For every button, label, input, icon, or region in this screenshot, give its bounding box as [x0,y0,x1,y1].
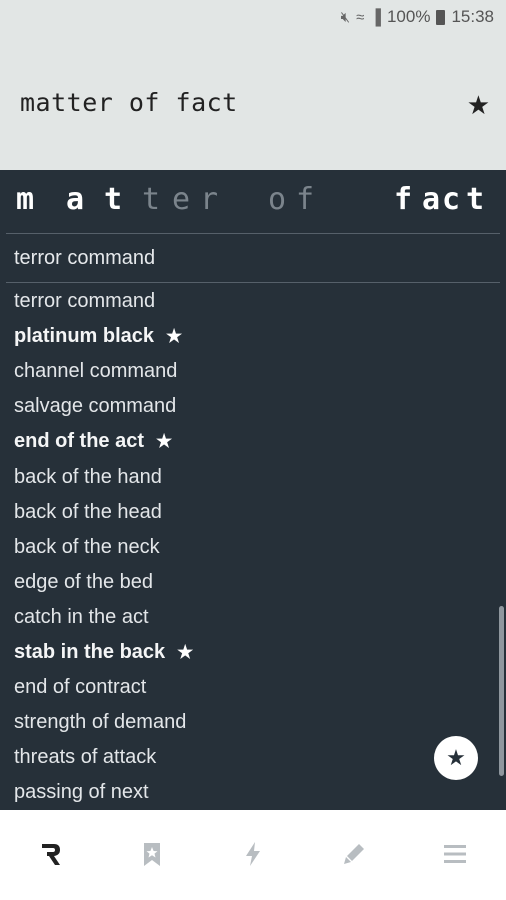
menu-icon [442,840,468,871]
list-item-label: channel command [14,360,178,383]
spaced-letter: t [104,182,123,217]
list-item-label: end of contract [14,676,147,699]
star-icon: ★ [156,431,173,452]
list-item-label: back of the hand [14,465,162,488]
divider [6,282,500,283]
nav-rhyme-logo-button[interactable] [0,810,101,900]
bottom-navigation [0,810,506,900]
search-input[interactable] [14,244,484,272]
nav-pencil-button[interactable] [304,810,405,900]
spaced-letter: r [200,182,219,217]
list-item-label: back of the head [14,500,162,523]
list-item-label: back of the neck [14,535,160,558]
results-list: terror command platinum black ★ channel com… [0,284,506,810]
rhyme-logo-icon [38,840,64,871]
spaced-letter: a [422,182,441,217]
list-item[interactable]: back of the neck [0,530,506,565]
page-title: matter of fact [20,88,238,117]
list-item[interactable]: end of the act ★ [0,424,506,459]
spaced-word-display: matteroffact [0,170,506,232]
battery-icon [436,9,446,25]
search-row[interactable] [0,234,506,282]
nav-bookmark-star-button[interactable] [101,810,202,900]
pencil-icon [341,840,367,871]
bookmark-star-icon [139,840,165,871]
list-item-label: end of the act [14,430,145,453]
battery-level: 100% [386,7,431,26]
spaced-letter: e [172,182,191,217]
lightning-icon [240,840,266,871]
list-item-label: stab in the back [14,640,166,663]
list-item[interactable]: edge of the bed [0,565,506,600]
list-item-label: passing of next [14,781,149,804]
spaced-letter: c [442,182,461,217]
spaced-letter: f [394,182,413,217]
spaced-letter: t [466,182,485,217]
list-item[interactable]: terror command [0,284,506,319]
list-item[interactable]: threats of attack [0,740,506,775]
star-icon: ★ [446,745,466,770]
list-item[interactable]: platinum black ★ [0,319,506,354]
status-bar: 🔇︎ ≈ ▐ 100% 15:38 [341,6,494,28]
app-header: 🔇︎ ≈ ▐ 100% 15:38 matter of fact ★ [0,0,506,170]
spaced-letter: o [268,182,287,217]
star-icon: ★ [166,326,183,347]
star-icon: ★ [466,90,490,120]
list-item-label: threats of attack [14,746,157,769]
list-item-label: platinum black [14,325,155,348]
list-item-label: strength of demand [14,711,187,734]
spaced-letter: f [296,182,315,217]
nav-lightning-button[interactable] [202,810,303,900]
list-item[interactable]: passing of next [0,775,506,810]
wifi-icon: ≈ [356,8,365,26]
spaced-letter: a [66,182,85,217]
list-item[interactable]: channel command [0,354,506,389]
list-item-label: terror command [14,290,156,313]
list-item-label: catch in the act [14,605,149,628]
list-item[interactable]: strength of demand [0,705,506,740]
list-item[interactable]: catch in the act [0,600,506,635]
list-item[interactable]: stab in the back ★ [0,635,506,670]
mute-icon: 🔇︎ [340,8,351,26]
list-item[interactable]: salvage command [0,389,506,424]
list-item[interactable]: back of the hand [0,459,506,494]
spaced-letter: t [142,182,161,217]
signal-icon: ▐ [370,8,381,26]
nav-menu-button[interactable] [405,810,506,900]
favorites-fab-button[interactable]: ★ [434,736,478,780]
spaced-letter: m [16,182,35,217]
scrollbar[interactable] [499,606,504,776]
clock: 15:38 [451,7,494,26]
list-item[interactable]: end of contract [0,670,506,705]
star-icon: ★ [177,641,194,662]
favorite-star-button[interactable]: ★ [467,92,490,118]
list-item-label: edge of the bed [14,570,154,593]
list-item[interactable]: back of the head [0,495,506,530]
list-item-label: salvage command [14,395,177,418]
